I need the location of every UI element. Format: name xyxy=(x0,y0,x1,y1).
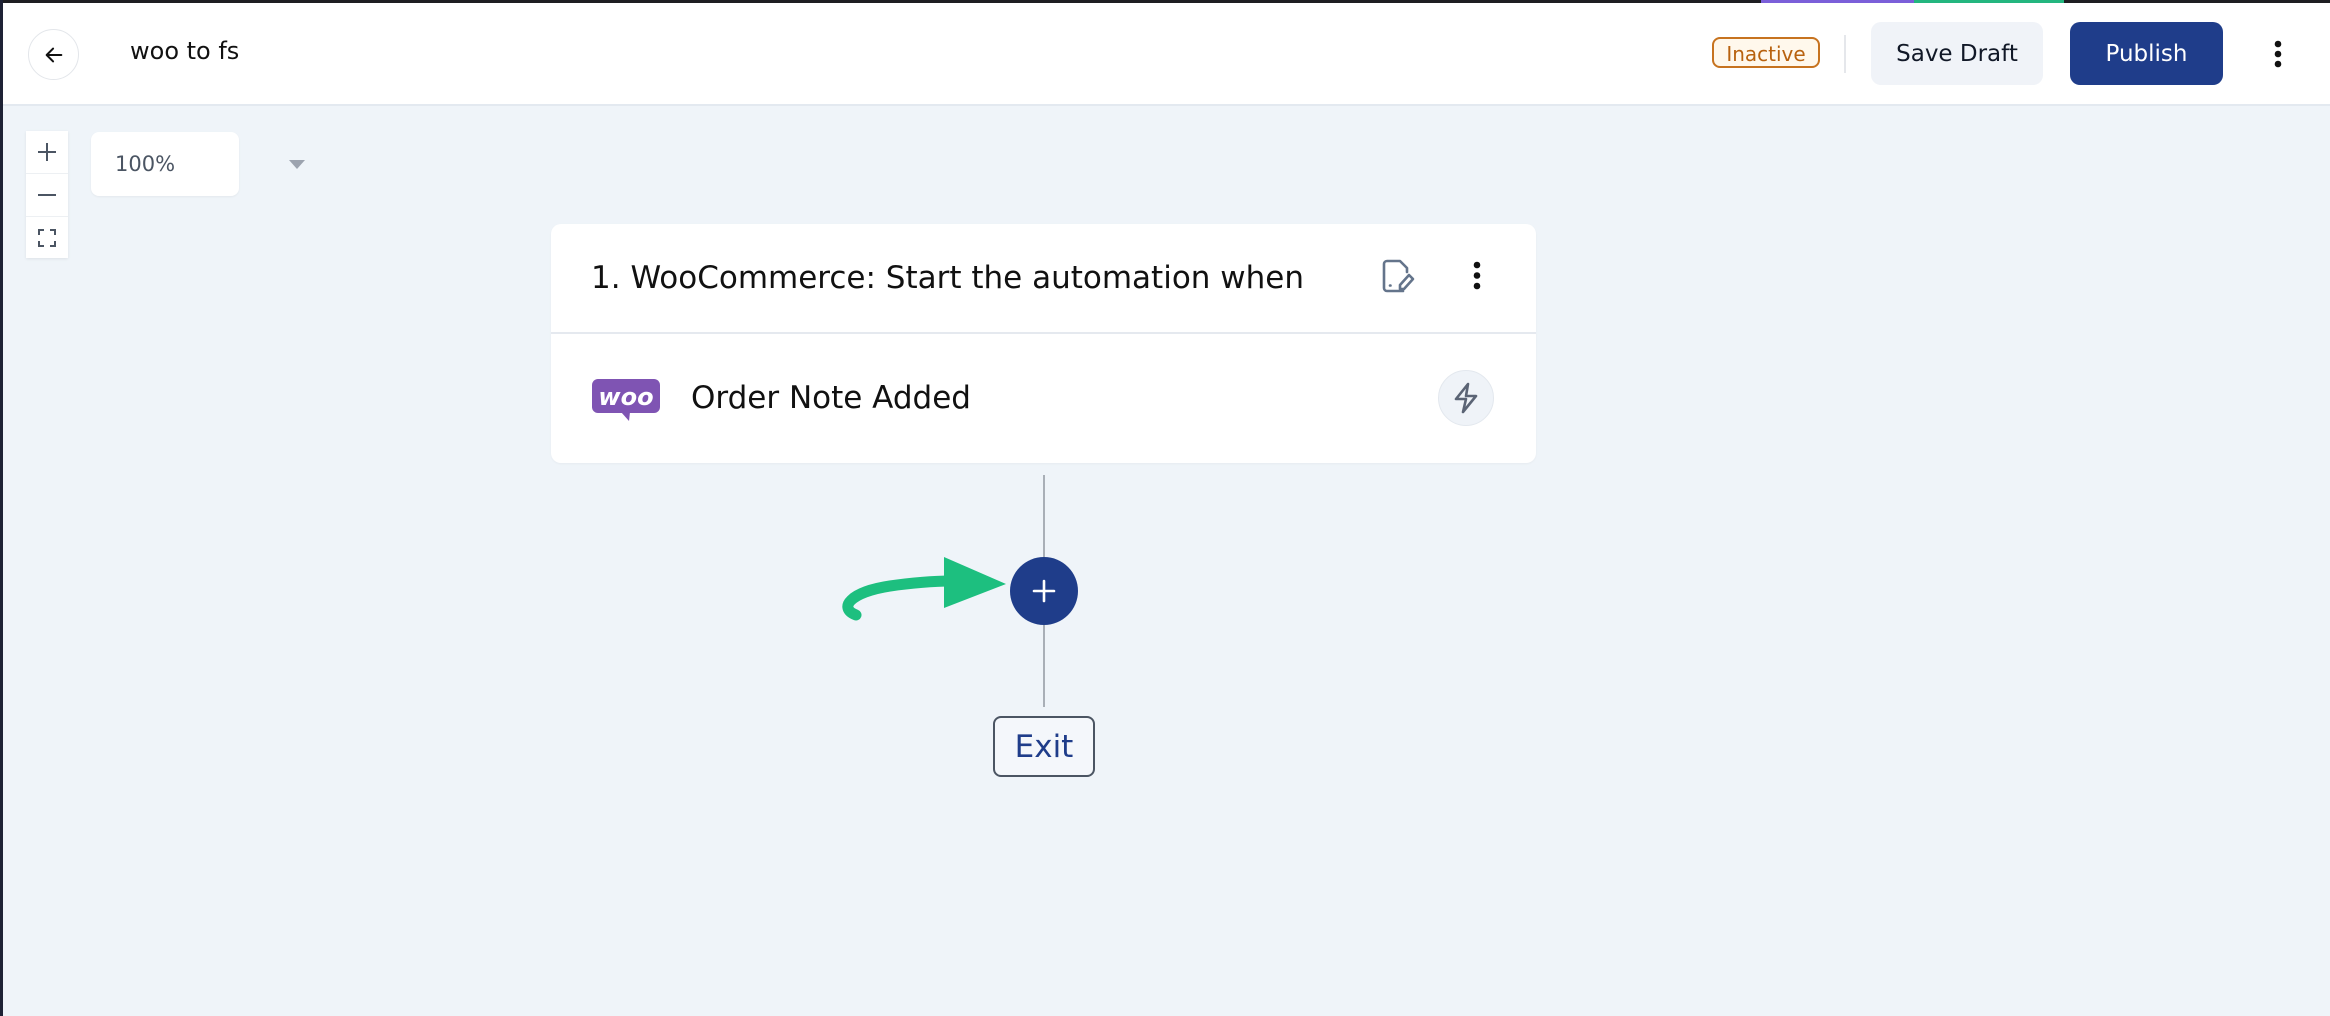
arrow-left-icon xyxy=(45,47,62,62)
trigger-more-button[interactable] xyxy=(1464,260,1490,292)
minus-icon xyxy=(38,194,56,196)
trigger-card-header: 1. WooCommerce: Start the automation whe… xyxy=(551,224,1536,334)
zoom-level-select[interactable]: 100% xyxy=(91,132,305,196)
fullscreen-icon xyxy=(38,229,56,247)
lightning-bolt-icon xyxy=(1454,382,1478,414)
caret-down-icon xyxy=(289,160,305,169)
kebab-menu-icon xyxy=(2274,40,2282,68)
fit-screen-button[interactable] xyxy=(26,217,68,259)
trigger-title-text: Start the automation when xyxy=(885,260,1305,296)
step-number: 1. xyxy=(591,260,621,296)
header-divider xyxy=(1844,35,1846,73)
add-step-button[interactable] xyxy=(1010,557,1078,625)
status-badge: Inactive xyxy=(1712,37,1820,68)
exit-node[interactable]: Exit xyxy=(993,716,1095,777)
automation-title[interactable]: woo to fs xyxy=(130,37,239,65)
edit-trigger-button[interactable] xyxy=(1381,258,1417,294)
window-left-edge xyxy=(0,0,3,1016)
zoom-in-button[interactable] xyxy=(26,131,68,174)
save-draft-button[interactable]: Save Draft xyxy=(1871,22,2043,85)
edit-note-icon xyxy=(1382,259,1415,293)
trigger-type-button[interactable] xyxy=(1438,370,1494,426)
publish-button[interactable]: Publish xyxy=(2070,22,2223,85)
top-progress-strip xyxy=(0,0,2330,3)
back-button[interactable] xyxy=(28,29,79,80)
zoom-controls xyxy=(26,131,68,258)
zoom-level-value: 100% xyxy=(115,152,176,176)
plus-icon xyxy=(1032,579,1056,603)
connector-line-bottom xyxy=(1043,625,1045,707)
zoom-out-button[interactable] xyxy=(26,174,68,217)
kebab-menu-icon xyxy=(1473,261,1481,290)
annotation-arrow-icon xyxy=(842,557,1006,621)
connector-line-top xyxy=(1043,475,1045,557)
progress-segment-purple xyxy=(1761,0,1914,3)
woocommerce-logo-icon: woo xyxy=(592,379,660,421)
trigger-event-name: Order Note Added xyxy=(691,380,971,416)
trigger-card[interactable]: 1. WooCommerce: Start the automation whe… xyxy=(551,224,1536,463)
plus-icon xyxy=(38,143,56,161)
editor-header: woo to fs Inactive Save Draft Publish xyxy=(0,3,2330,106)
trigger-app-name: WooCommerce: xyxy=(630,260,876,296)
progress-segment-green xyxy=(1914,0,2064,3)
woo-logo-text: woo xyxy=(598,383,653,411)
trigger-card-title: 1. WooCommerce: Start the automation whe… xyxy=(591,260,1304,296)
header-more-button[interactable] xyxy=(2264,37,2292,71)
